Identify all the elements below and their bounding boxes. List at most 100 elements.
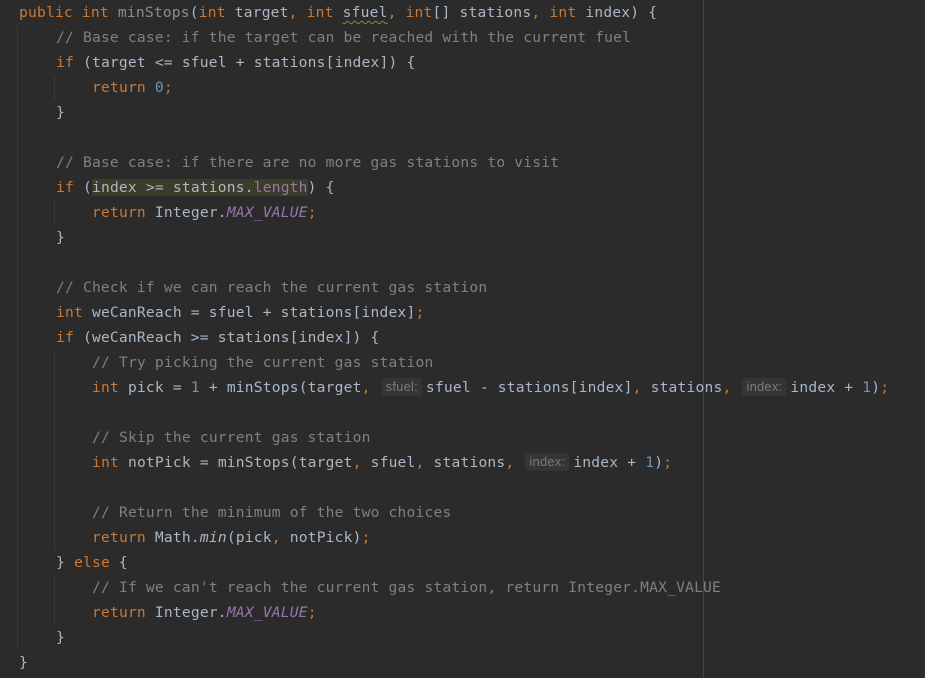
comma: , (288, 4, 298, 21)
code-line-24[interactable]: // If we can't reach the current gas sta… (92, 575, 721, 600)
code-line-16[interactable]: int pick = 1 + minStops(target, sfuel: sf… (92, 375, 889, 400)
code-text: ) (871, 379, 881, 396)
code-line-4[interactable]: return 0; (92, 75, 173, 100)
indent-guide (54, 200, 55, 225)
keyword: int (81, 4, 109, 21)
semicolon: ; (880, 379, 890, 396)
code-text: stations (424, 454, 506, 471)
code-text: stations (641, 379, 723, 396)
comma: , (505, 454, 515, 471)
semicolon: ; (307, 604, 317, 621)
code-text: } (56, 554, 74, 571)
code-text: + minStops(target (199, 379, 362, 396)
method-name[interactable]: minStops (118, 4, 190, 21)
comma: , (415, 454, 425, 471)
comma: , (531, 4, 541, 21)
keyword: int (92, 379, 119, 396)
code-line-1[interactable]: public int minStops(int target, int sfue… (19, 0, 657, 25)
keyword: int (92, 454, 119, 471)
number-literal: 1 (190, 379, 200, 396)
method-call: min (199, 529, 227, 546)
code-line-18[interactable]: // Skip the current gas station (92, 425, 371, 450)
comma: , (271, 529, 281, 546)
code-editor[interactable]: public int minStops(int target, int sfue… (0, 0, 925, 678)
code-line-2[interactable]: // Base case: if the target can be reach… (56, 25, 631, 50)
code-text: (weCanReach >= stations[index]) { (73, 329, 380, 346)
code-line-3[interactable]: if (target <= sfuel + stations[index]) { (56, 50, 415, 75)
code-text: ( (73, 179, 92, 196)
indent-guide (17, 25, 18, 650)
param-sfuel-warning[interactable]: sfuel (343, 4, 388, 21)
keyword: public (19, 4, 73, 21)
code-line-26[interactable]: } (56, 625, 65, 650)
comma: , (361, 379, 371, 396)
code-text: target (225, 4, 289, 21)
code-line-15[interactable]: // Try picking the current gas station (92, 350, 433, 375)
constant: MAX_VALUE (226, 204, 308, 221)
code-text: index) { (576, 4, 658, 21)
code-text: { (109, 554, 128, 571)
code-line-12[interactable]: // Check if we can reach the current gas… (56, 275, 487, 300)
code-text: pick = (118, 379, 191, 396)
code-text: (target <= sfuel + stations[index]) { (73, 54, 416, 71)
number-literal: 1 (862, 379, 872, 396)
code-text: index + (790, 379, 863, 396)
code-line-27[interactable]: } (19, 650, 28, 675)
code-text: ) (654, 454, 664, 471)
code-line-14[interactable]: if (weCanReach >= stations[index]) { (56, 325, 380, 350)
comma: , (387, 4, 397, 21)
number-literal: 0 (154, 79, 164, 96)
code-line-7[interactable]: // Base case: if there are no more gas s… (56, 150, 559, 175)
parameter-hint-sfuel: sfuel: (381, 378, 422, 396)
code-line-5[interactable]: } (56, 100, 65, 125)
code-text: notPick = minStops(target (118, 454, 353, 471)
indent-guide (54, 350, 55, 550)
code-text: Integer. (145, 604, 227, 621)
keyword: int (306, 4, 334, 21)
semicolon: ; (415, 304, 425, 321)
code-text: (pick (226, 529, 272, 546)
code-line-25[interactable]: return Integer.MAX_VALUE; (92, 600, 317, 625)
semicolon: ; (307, 204, 317, 221)
semicolon: ; (663, 454, 673, 471)
code-line-9[interactable]: return Integer.MAX_VALUE; (92, 200, 317, 225)
code-text: [] stations (432, 4, 532, 21)
number-literal: 1 (645, 454, 655, 471)
code-line-13[interactable]: int weCanReach = sfuel + stations[index]… (56, 300, 424, 325)
code-text: index >= stations. (91, 179, 254, 196)
keyword: if (56, 329, 74, 346)
semicolon: ; (361, 529, 371, 546)
comma: , (632, 379, 642, 396)
code-line-8[interactable]: if (index >= stations.length) { (56, 175, 335, 200)
code-line-19[interactable]: int notPick = minStops(target, sfuel, st… (92, 450, 672, 475)
parameter-hint-index: index: (742, 378, 787, 396)
keyword: int (56, 304, 83, 321)
indent-guide (54, 575, 55, 625)
keyword: return (92, 79, 146, 96)
code-text: ) { (307, 179, 335, 196)
code-line-10[interactable]: } (56, 225, 65, 250)
keyword: int (198, 4, 226, 21)
code-text: Integer. (145, 204, 227, 221)
code-line-22[interactable]: return Math.min(pick, notPick); (92, 525, 371, 550)
code-text: notPick) (280, 529, 362, 546)
semicolon: ; (163, 79, 173, 96)
code-text: Math. (145, 529, 200, 546)
code-text: ( (189, 4, 199, 21)
comma: , (352, 454, 362, 471)
code-line-21[interactable]: // Return the minimum of the two choices (92, 500, 451, 525)
keyword: return (92, 204, 146, 221)
code-text: index + (573, 454, 646, 471)
highlighted-expression[interactable]: index >= stations.length (91, 179, 308, 196)
keyword: int (405, 4, 433, 21)
parameter-hint-index: index: (525, 453, 570, 471)
field-name: length (253, 179, 308, 196)
indent-guide (54, 75, 55, 100)
constant: MAX_VALUE (226, 604, 308, 621)
code-line-23[interactable]: } else { (56, 550, 128, 575)
keyword: if (56, 54, 74, 71)
code-text: sfuel (361, 454, 416, 471)
comma: , (722, 379, 732, 396)
keyword: else (73, 554, 110, 571)
keyword: if (56, 179, 74, 196)
